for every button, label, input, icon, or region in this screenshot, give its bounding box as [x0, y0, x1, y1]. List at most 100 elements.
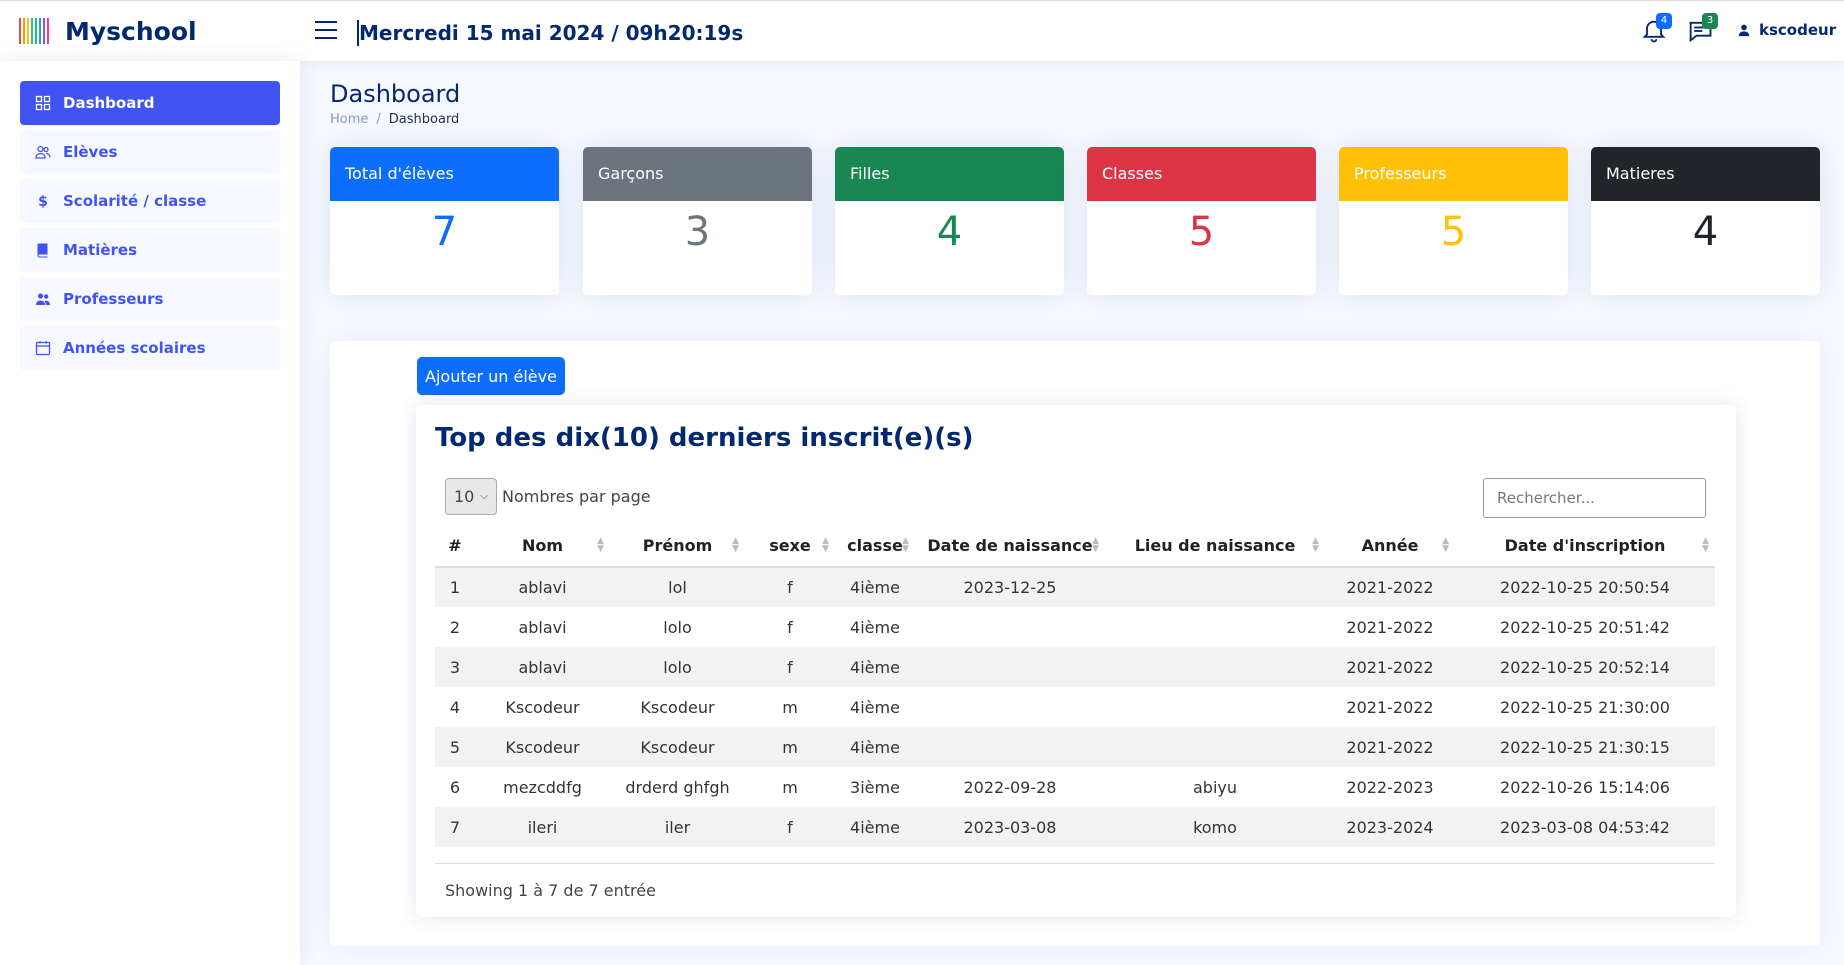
table-cell: m: [782, 697, 798, 717]
logo[interactable]: Myschool: [19, 16, 197, 46]
table-cell: ablavi: [518, 657, 567, 677]
breadcrumb-current: Dashboard: [388, 112, 460, 127]
stat-label: Professeurs: [1339, 147, 1568, 201]
sidebar-item-label: Scolarité / classe: [63, 192, 207, 210]
table-cell: 6: [449, 777, 461, 797]
sort-icon: ▲ ▼: [822, 536, 829, 554]
table-cell: 2022-2023: [1346, 777, 1434, 797]
table-cell: ablavi: [518, 578, 567, 597]
table-cell: Kscodeur: [505, 697, 580, 717]
table-cell: Kscodeur: [505, 737, 580, 757]
table-row: 3 ablavi lolo f 4ième 2021-2022 2022-10-25 20:…: [435, 647, 1715, 687]
breadcrumb-separator: /: [376, 112, 381, 127]
sidebar-item-dashboard[interactable]: Dashboard: [20, 81, 280, 125]
messages-badge: 3: [1702, 13, 1718, 29]
column-header-sexe[interactable]: sexe ▲ ▼: [745, 525, 835, 568]
table-cell: [915, 607, 1105, 647]
table-cell: iler: [664, 817, 691, 837]
sidebar-item-label: Professeurs: [63, 290, 164, 308]
stat-card-professeurs: Professeurs 5: [1339, 147, 1568, 295]
breadcrumb-home[interactable]: Home: [330, 112, 368, 127]
username: kscodeur: [1759, 21, 1837, 39]
table-cell: m: [782, 737, 798, 757]
stat-card-classes: Classes 5: [1087, 147, 1316, 295]
table-cell: 2: [449, 617, 461, 637]
table-cell: [915, 687, 1105, 727]
table-cell: f: [787, 617, 793, 637]
table-cell: f: [787, 657, 793, 677]
table-cell: [1105, 607, 1325, 647]
sort-icon: ▲ ▼: [902, 536, 909, 554]
stat-value: 4: [936, 209, 963, 255]
students-table-title: Top des dix(10) derniers inscrit(e)(s): [435, 423, 974, 453]
table-cell: ileri: [527, 817, 558, 837]
table-cell: 3: [449, 657, 461, 677]
table-cell: 2023-03-08 04:53:42: [1500, 817, 1670, 837]
search-input[interactable]: [1483, 478, 1706, 518]
column-header-prenom[interactable]: Prénom ▲ ▼: [610, 525, 745, 568]
dollar-icon: $: [38, 194, 48, 209]
profile-dropdown[interactable]: kscodeur: [1737, 21, 1844, 39]
logo-icon: [19, 18, 49, 44]
table-cell: 3ième: [850, 777, 900, 797]
book-icon: [37, 243, 48, 258]
table-cell: 4ième: [850, 578, 900, 597]
table-row: 5 Kscodeur Kscodeur m 4ième 2021-2022 2022-10-…: [435, 727, 1715, 767]
table-cell: [915, 727, 1105, 767]
table-cell: 2022-10-26 15:14:06: [1500, 777, 1670, 797]
table-cell: 2022-10-25 20:50:54: [1500, 578, 1670, 597]
table-cell: 2021-2022: [1346, 657, 1434, 677]
stat-card-garcons: Garçons 3: [583, 147, 812, 295]
notifications-button[interactable]: 4: [1640, 13, 1672, 45]
sidebar-item-label: Elèves: [63, 143, 118, 161]
table-info: Showing 1 à 7 de 7 entrée: [445, 881, 656, 900]
table-cell: [915, 647, 1105, 687]
sidebar-item-label: Années scolaires: [63, 339, 206, 357]
add-student-button[interactable]: Ajouter un élève: [417, 357, 565, 395]
sidebar-item-professeurs[interactable]: Professeurs: [20, 277, 280, 321]
messages-button[interactable]: 3: [1686, 13, 1718, 45]
table-cell: komo: [1193, 817, 1237, 837]
table-cell: 4ième: [850, 617, 900, 637]
column-header-classe[interactable]: classe ▲ ▼: [835, 525, 915, 568]
column-header-date-inscription[interactable]: Date d'inscription ▲ ▼: [1455, 525, 1715, 568]
table-cell: Kscodeur: [640, 697, 715, 717]
stat-value: 7: [431, 209, 458, 255]
sidebar: Dashboard Elèves $ Scolarité / classe Ma…: [0, 61, 300, 965]
sidebar-item-matieres[interactable]: Matières: [20, 228, 280, 272]
sort-icon: ▲ ▼: [1442, 536, 1449, 554]
column-header-date-naissance[interactable]: Date de naissance ▲ ▼: [915, 525, 1105, 568]
column-header-nom[interactable]: Nom ▲ ▼: [475, 525, 610, 568]
sidebar-item-scolarite[interactable]: $ Scolarité / classe: [20, 179, 280, 223]
table-header-row: # Nom ▲ ▼ Prénom ▲ ▼ sexe ▲ ▼ classe ▲ ▼ Date de…: [435, 525, 1715, 568]
table-row: 1 ablavi lol f 4ième 2023-12-25 2021-2022 2022-…: [435, 567, 1715, 607]
column-header-annee[interactable]: Année ▲ ▼: [1325, 525, 1455, 568]
column-header-index[interactable]: #: [435, 525, 475, 568]
sidebar-item-annees-scolaires[interactable]: Années scolaires: [20, 326, 280, 370]
table-cell: m: [782, 777, 798, 797]
table-cell: f: [787, 578, 793, 597]
table-cell: 2022-10-25 21:30:00: [1500, 697, 1670, 717]
stat-label: Filles: [835, 147, 1064, 201]
table-cell: 2022-10-25 21:30:15: [1500, 737, 1670, 757]
user-icon: [1738, 24, 1750, 37]
table-cell: f: [787, 817, 793, 837]
sort-icon: ▲ ▼: [1702, 536, 1709, 554]
table-cell: 2021-2022: [1346, 578, 1434, 597]
stat-value: 5: [1440, 209, 1467, 255]
table-cell: 4ième: [850, 697, 900, 717]
table-cell: 7: [449, 817, 461, 837]
column-header-lieu-naissance[interactable]: Lieu de naissance ▲ ▼: [1105, 525, 1325, 568]
table-cell: [1105, 567, 1325, 607]
sidebar-item-eleves[interactable]: Elèves: [20, 130, 280, 174]
table-cell: 4ième: [850, 817, 900, 837]
toggle-sidebar-icon[interactable]: [315, 21, 337, 41]
table-cell: [1105, 687, 1325, 727]
sort-icon: ▲ ▼: [1312, 536, 1319, 554]
table-cell: 2022-09-28: [963, 777, 1057, 797]
chevron-down-icon: ⌵: [480, 491, 488, 502]
per-page-select[interactable]: 10 ⌵: [445, 478, 497, 515]
notifications-badge: 4: [1656, 13, 1672, 29]
sort-icon: ▲ ▼: [597, 536, 604, 554]
people-icon: [35, 145, 51, 159]
